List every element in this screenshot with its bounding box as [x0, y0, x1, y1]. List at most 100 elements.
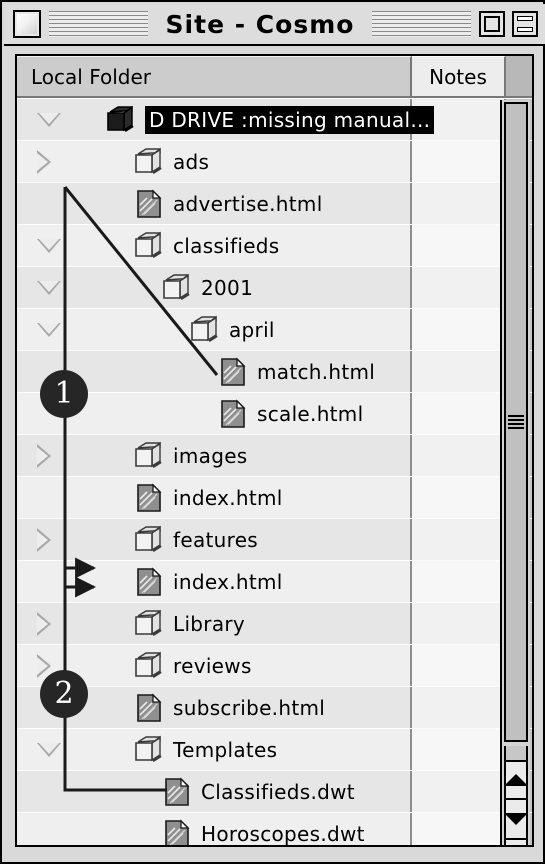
column-header-local-folder-label: Local Folder: [31, 64, 151, 89]
cell-notes[interactable]: [412, 309, 506, 350]
table-row[interactable]: april: [17, 308, 532, 350]
cell-local-folder[interactable]: features: [17, 519, 412, 560]
html-file-icon: [133, 692, 165, 723]
window-titlebar[interactable]: Site - Cosmo: [4, 4, 545, 46]
cell-local-folder[interactable]: subscribe.html: [17, 687, 412, 728]
cell-local-folder[interactable]: D DRIVE :missing manual...: [17, 99, 435, 140]
cell-notes[interactable]: [412, 267, 506, 308]
html-file-icon: [133, 188, 165, 219]
table-row[interactable]: features: [17, 518, 532, 560]
cell-local-folder[interactable]: Library: [17, 603, 412, 644]
disclosure-triangle-expanded-icon[interactable]: [37, 112, 61, 127]
cell-notes[interactable]: [412, 351, 506, 392]
cell-local-folder[interactable]: reviews: [17, 645, 412, 686]
file-name-label: classifieds: [173, 233, 280, 258]
folder-icon: [161, 273, 193, 303]
zoom-box-icon[interactable]: [479, 11, 505, 37]
cell-local-folder[interactable]: Templates: [17, 729, 412, 770]
file-name-label: Classifieds.dwt: [201, 779, 355, 804]
table-row[interactable]: images: [17, 434, 532, 476]
scroll-down-arrow-icon[interactable]: [504, 800, 528, 840]
cell-local-folder[interactable]: classifieds: [17, 225, 412, 266]
cell-local-folder[interactable]: images: [17, 435, 412, 476]
table-row[interactable]: Library: [17, 602, 532, 644]
close-box-icon[interactable]: [13, 10, 41, 38]
cell-notes[interactable]: [412, 519, 506, 560]
disclosure-triangle-collapsed-icon[interactable]: [37, 443, 51, 468]
cell-notes[interactable]: [412, 141, 506, 182]
html-file-icon: [133, 566, 165, 597]
cell-notes[interactable]: [412, 813, 506, 845]
table-row[interactable]: classifieds: [17, 224, 532, 266]
table-row[interactable]: match.html: [17, 350, 532, 392]
table-row[interactable]: D DRIVE :missing manual...: [17, 98, 532, 140]
table-row[interactable]: index.html: [17, 476, 532, 518]
cell-notes[interactable]: [412, 477, 506, 518]
disclosure-triangle-expanded-icon[interactable]: [37, 238, 61, 253]
table-row[interactable]: ads: [17, 140, 532, 182]
scroll-up-arrow-icon[interactable]: [504, 760, 528, 800]
table-row[interactable]: scale.html: [17, 392, 532, 434]
folder-icon: [133, 441, 165, 471]
vertical-scrollbar[interactable]: [500, 100, 530, 845]
table-row[interactable]: 2001: [17, 266, 532, 308]
table-row[interactable]: reviews: [17, 644, 532, 686]
disclosure-triangle-expanded-icon[interactable]: [37, 322, 61, 337]
table-row[interactable]: index.html: [17, 560, 532, 602]
cell-notes[interactable]: [412, 435, 506, 476]
cell-local-folder[interactable]: Classifieds.dwt: [17, 771, 412, 812]
disclosure-triangle-collapsed-icon[interactable]: [37, 611, 51, 636]
cell-local-folder[interactable]: ads: [17, 141, 412, 182]
cell-notes[interactable]: [412, 225, 506, 266]
disclosure-triangle-expanded-icon[interactable]: [37, 280, 61, 295]
column-header-row: Local Folder Notes: [17, 56, 532, 98]
folder-icon: [189, 315, 221, 345]
table-row[interactable]: advertise.html: [17, 182, 532, 224]
disclosure-triangle-collapsed-icon[interactable]: [37, 149, 51, 174]
cell-local-folder[interactable]: advertise.html: [17, 183, 412, 224]
file-name-label: Horoscopes.dwt: [201, 821, 365, 846]
table-row[interactable]: Classifieds.dwt: [17, 770, 532, 812]
disclosure-triangle-collapsed-icon[interactable]: [37, 653, 51, 678]
file-name-label: reviews: [173, 653, 252, 678]
cell-notes[interactable]: [412, 603, 506, 644]
disclosure-triangle-expanded-icon[interactable]: [37, 742, 61, 757]
file-name-label: index.html: [173, 569, 283, 594]
cell-local-folder[interactable]: match.html: [17, 351, 412, 392]
column-header-local-folder[interactable]: Local Folder: [17, 56, 412, 98]
html-file-icon: [217, 356, 249, 387]
cell-notes[interactable]: [412, 729, 506, 770]
file-tree[interactable]: D DRIVE :missing manual... ads advertise.h…: [17, 98, 532, 845]
windowshade-box-icon[interactable]: [512, 11, 538, 37]
html-file-icon: [161, 818, 193, 845]
folder-icon: [133, 735, 165, 765]
folder-icon: [133, 651, 165, 681]
cell-local-folder[interactable]: april: [17, 309, 412, 350]
cell-notes[interactable]: [412, 687, 506, 728]
cell-local-folder[interactable]: scale.html: [17, 393, 412, 434]
column-header-notes[interactable]: Notes: [412, 56, 506, 98]
cell-local-folder[interactable]: Horoscopes.dwt: [17, 813, 412, 845]
scrollbar-thumb[interactable]: [504, 102, 528, 742]
table-row[interactable]: Templates: [17, 728, 532, 770]
file-name-label: advertise.html: [173, 191, 323, 216]
cell-notes[interactable]: [412, 561, 506, 602]
file-name-label: april: [229, 317, 275, 342]
file-name-label: Templates: [173, 737, 278, 762]
disclosure-triangle-collapsed-icon[interactable]: [37, 527, 51, 552]
cell-notes[interactable]: [412, 771, 506, 812]
cell-notes[interactable]: [412, 183, 506, 224]
file-name-label: 2001: [201, 275, 254, 300]
table-row[interactable]: Horoscopes.dwt: [17, 812, 532, 845]
scrollbar-corner: [504, 840, 528, 845]
file-name-label: subscribe.html: [173, 695, 326, 720]
cell-local-folder[interactable]: 2001: [17, 267, 412, 308]
site-window: Site - Cosmo Local Folder Notes D DRIVE …: [0, 0, 545, 864]
cell-notes[interactable]: [412, 393, 506, 434]
table-row[interactable]: subscribe.html: [17, 686, 532, 728]
html-file-icon: [161, 776, 193, 807]
cell-local-folder[interactable]: index.html: [17, 477, 412, 518]
cell-notes[interactable]: [412, 645, 506, 686]
cell-local-folder[interactable]: index.html: [17, 561, 412, 602]
column-header-notes-label: Notes: [429, 64, 487, 89]
